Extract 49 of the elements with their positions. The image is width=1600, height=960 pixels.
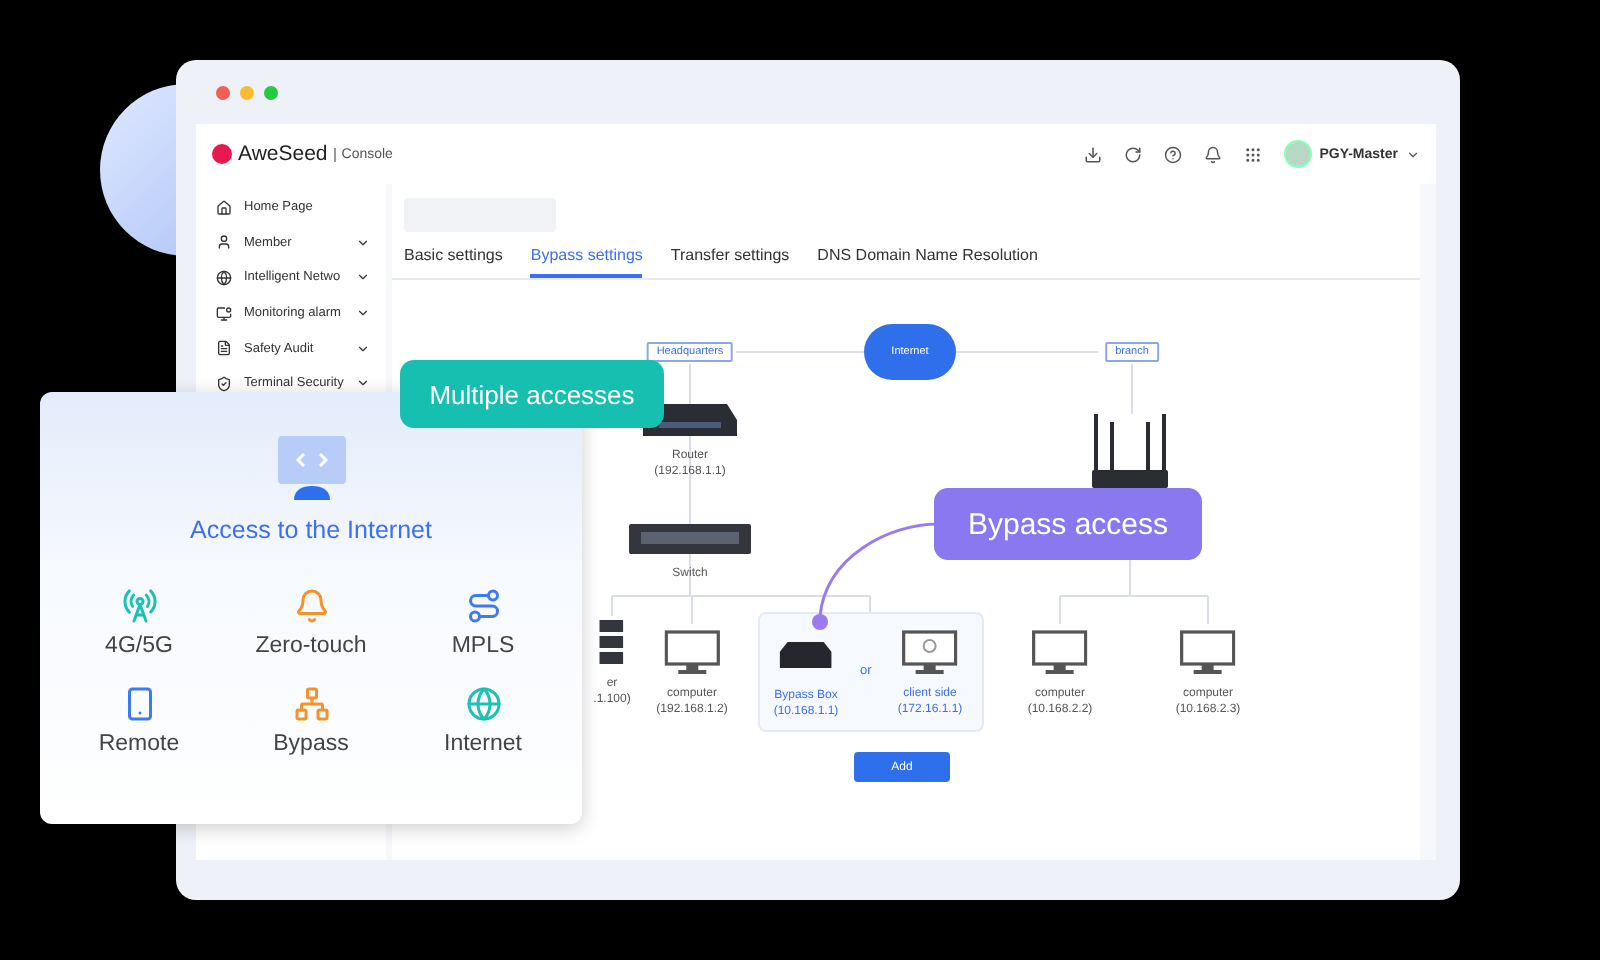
monitor-icon: [902, 630, 958, 674]
feature-label: Bypass: [273, 732, 349, 756]
tab[interactable]: Transfer settings: [670, 242, 790, 278]
connector-line: [735, 351, 865, 353]
menu-icon: [216, 234, 232, 251]
connector-line: [955, 351, 1099, 353]
menu-icon: [216, 340, 232, 357]
wifi-router-icon: [1092, 414, 1168, 488]
feature-label: MPLS: [451, 634, 515, 658]
minimize-dot[interactable]: [240, 85, 254, 99]
monitor-icon: [1032, 630, 1088, 674]
menu-icon: [216, 375, 232, 392]
help-icon[interactable]: [1163, 145, 1182, 163]
chevron-down-icon: [356, 235, 370, 250]
callout-label: Bypass access: [934, 488, 1202, 560]
feature-label: Zero-touch: [255, 634, 367, 658]
chevron-down-icon[interactable]: [1406, 147, 1420, 161]
monitor-icon: [664, 630, 720, 674]
menu-icon: [216, 305, 232, 322]
connector-line: [689, 363, 691, 405]
chevron-down-icon: [356, 376, 370, 391]
grid-icon[interactable]: [1243, 145, 1262, 163]
chevron-down-icon: [356, 270, 370, 285]
tab[interactable]: Bypass settings: [530, 242, 643, 278]
connector-line: [689, 435, 691, 525]
switch-icon: [629, 524, 751, 554]
server-icon: [600, 620, 624, 664]
box-device-icon: [780, 642, 832, 668]
monitor-icon: [1180, 630, 1236, 674]
card-title: Access to the Internet: [190, 516, 432, 544]
tab[interactable]: DNS Domain Name Resolution: [817, 242, 1038, 278]
download-icon[interactable]: [1083, 145, 1102, 163]
bell-icon[interactable]: [1203, 145, 1222, 163]
feature-label: 4G/5G: [105, 634, 173, 658]
brand-name: AweSeed: [238, 142, 328, 166]
close-dot[interactable]: [216, 85, 230, 99]
menu-icon: [216, 269, 232, 286]
refresh-icon[interactable]: [1123, 145, 1142, 163]
logo-icon: [212, 144, 232, 164]
chevron-down-icon: [356, 306, 370, 321]
feature-label: Internet: [444, 732, 522, 756]
connector-line: [1131, 363, 1133, 415]
callout-label: Multiple accesses: [400, 360, 664, 428]
monitor-code-icon: [275, 436, 347, 500]
chevron-down-icon: [356, 341, 370, 356]
tab[interactable]: Basic settings: [404, 242, 503, 278]
menu-icon: [216, 199, 232, 216]
feature-label: Remote: [98, 732, 180, 756]
maximize-dot[interactable]: [264, 85, 278, 99]
